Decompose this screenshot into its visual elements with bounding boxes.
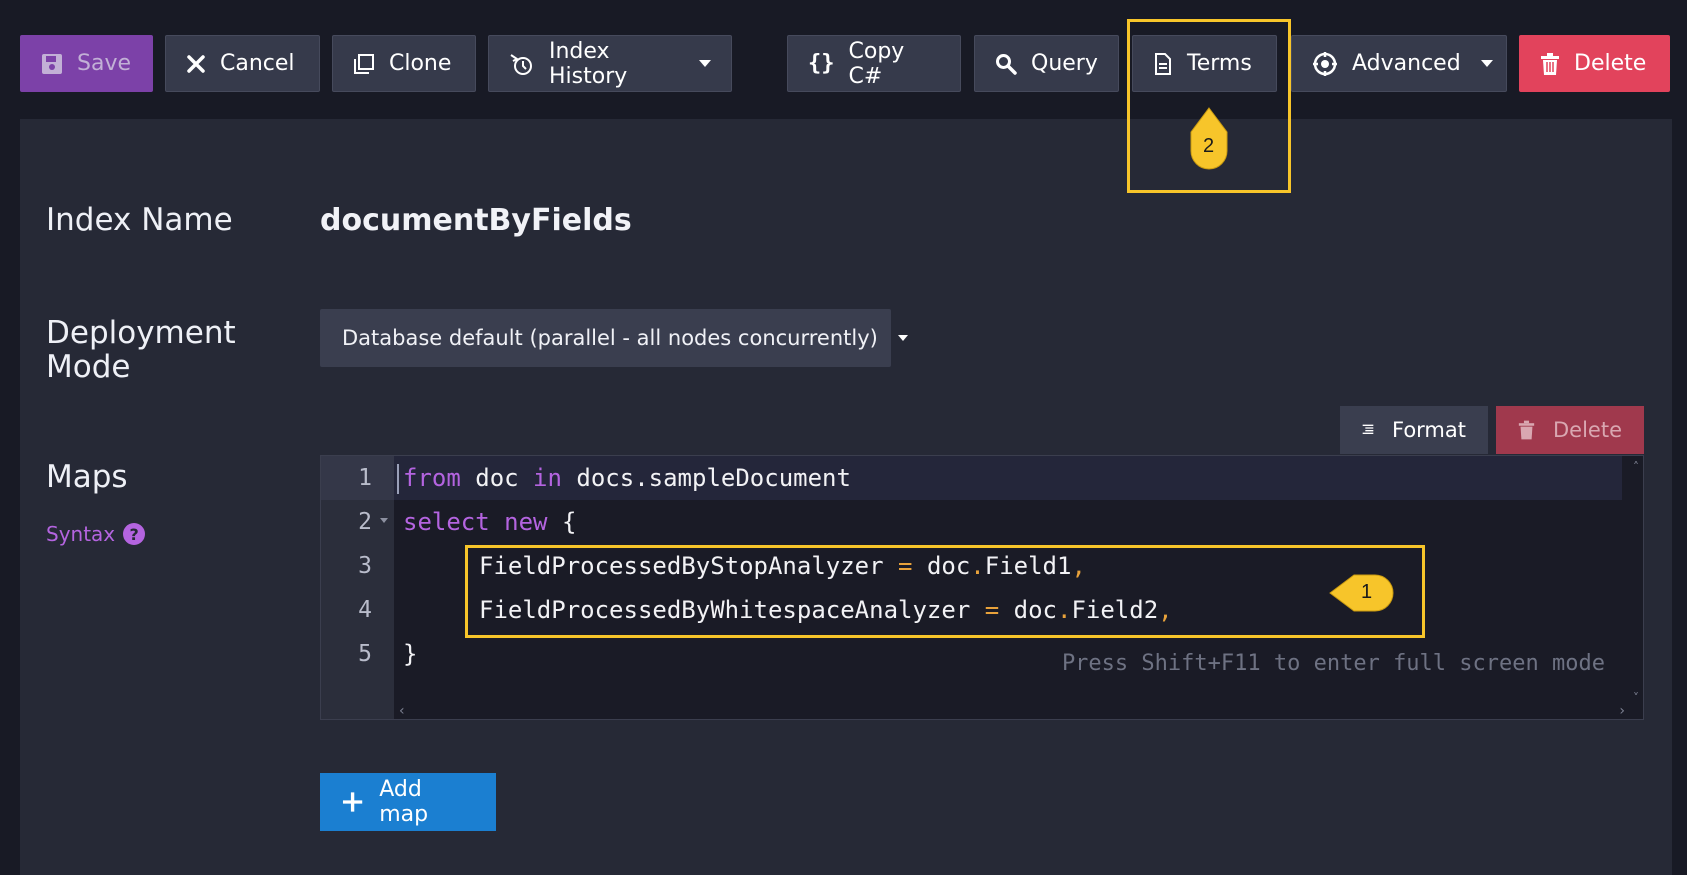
format-button[interactable]: Format [1340, 406, 1488, 454]
syntax-label: Syntax [46, 522, 116, 546]
save-button[interactable]: Save [20, 35, 153, 92]
trash-icon [1541, 52, 1559, 75]
cancel-label: Cancel [220, 51, 295, 76]
advanced-button[interactable]: Advanced [1291, 35, 1507, 92]
line-number-gutter: 1 2 3 4 5 [321, 456, 394, 719]
deployment-mode-select[interactable]: Database default (parallel - all nodes c… [320, 309, 908, 367]
clone-button[interactable]: Clone [332, 35, 476, 92]
fold-arrow-icon[interactable] [380, 518, 388, 523]
delete-button[interactable]: Delete [1519, 35, 1670, 92]
format-label: Format [1391, 418, 1466, 442]
deployment-mode-label-line2: Mode [46, 349, 131, 385]
delete-map-button[interactable]: Delete [1496, 406, 1644, 454]
index-name-value[interactable]: documentByFields [320, 203, 632, 238]
code-line-1: from doc in docs.sampleDocument [403, 464, 851, 492]
callout-number-1: 1 [1361, 581, 1373, 603]
chevron-down-icon [897, 335, 908, 341]
highlight-box-fields [465, 545, 1425, 638]
line-number: 2 [358, 509, 372, 535]
line-number: 3 [358, 553, 372, 579]
index-name-label: Index Name [46, 202, 233, 238]
index-history-button[interactable]: Index History [488, 35, 732, 92]
code-line-2: select new { [403, 508, 576, 536]
scroll-right-icon[interactable]: › [1619, 703, 1625, 719]
index-history-label: Index History [549, 38, 628, 89]
code-text: doc [460, 464, 534, 492]
chevron-down-icon [1480, 60, 1493, 67]
deployment-mode-label-line1: Deployment [46, 315, 236, 351]
maps-label: Maps [46, 459, 128, 495]
text-cursor [397, 464, 399, 494]
keyword: from [403, 464, 461, 492]
close-icon [187, 54, 205, 73]
keyword: in [533, 464, 562, 492]
clone-label: Clone [389, 51, 452, 76]
code-text: { [547, 508, 577, 536]
callout-number-2: 2 [1203, 135, 1215, 157]
search-icon [996, 53, 1017, 75]
scroll-left-icon[interactable]: ‹ [399, 703, 405, 719]
line-number: 5 [358, 641, 372, 667]
keyword: new [504, 508, 548, 536]
delete-label: Delete [1574, 51, 1647, 76]
scroll-down-icon[interactable]: ˅ [1633, 691, 1639, 705]
deployment-mode-label: Deployment Mode [46, 316, 236, 384]
delete-map-label: Delete [1553, 418, 1622, 442]
clone-icon [354, 53, 374, 74]
keyword: select [403, 508, 490, 536]
add-map-label: Add map [379, 777, 429, 827]
query-button[interactable]: Query [974, 35, 1119, 92]
gear-icon [1313, 51, 1337, 76]
add-map-button[interactable]: Add map [320, 773, 496, 831]
query-label: Query [1031, 51, 1098, 76]
chevron-down-icon [699, 60, 711, 67]
copy-csharp-label: Copy C# [848, 38, 905, 89]
deployment-mode-value: Database default (parallel - all nodes c… [342, 326, 878, 350]
copy-csharp-button[interactable]: {} Copy C# [787, 35, 961, 92]
help-icon: ? [123, 523, 146, 545]
trash-icon [1518, 420, 1535, 440]
history-icon [510, 53, 532, 75]
code-text: docs.sampleDocument [561, 464, 851, 492]
fullscreen-hint: Press Shift+F11 to enter full screen mod… [1061, 651, 1605, 676]
line-number: 4 [358, 597, 372, 623]
scroll-up-icon[interactable]: ˄ [1633, 460, 1639, 474]
syntax-link[interactable]: Syntax ? [46, 522, 146, 546]
braces-icon: {} [808, 51, 835, 76]
line-number: 1 [358, 465, 372, 491]
cancel-button[interactable]: Cancel [165, 35, 320, 92]
advanced-label: Advanced [1352, 51, 1461, 76]
format-icon [1362, 424, 1374, 434]
save-label: Save [77, 51, 132, 76]
code-line-5: } [403, 640, 418, 668]
save-icon [42, 53, 62, 74]
plus-icon [342, 792, 363, 812]
